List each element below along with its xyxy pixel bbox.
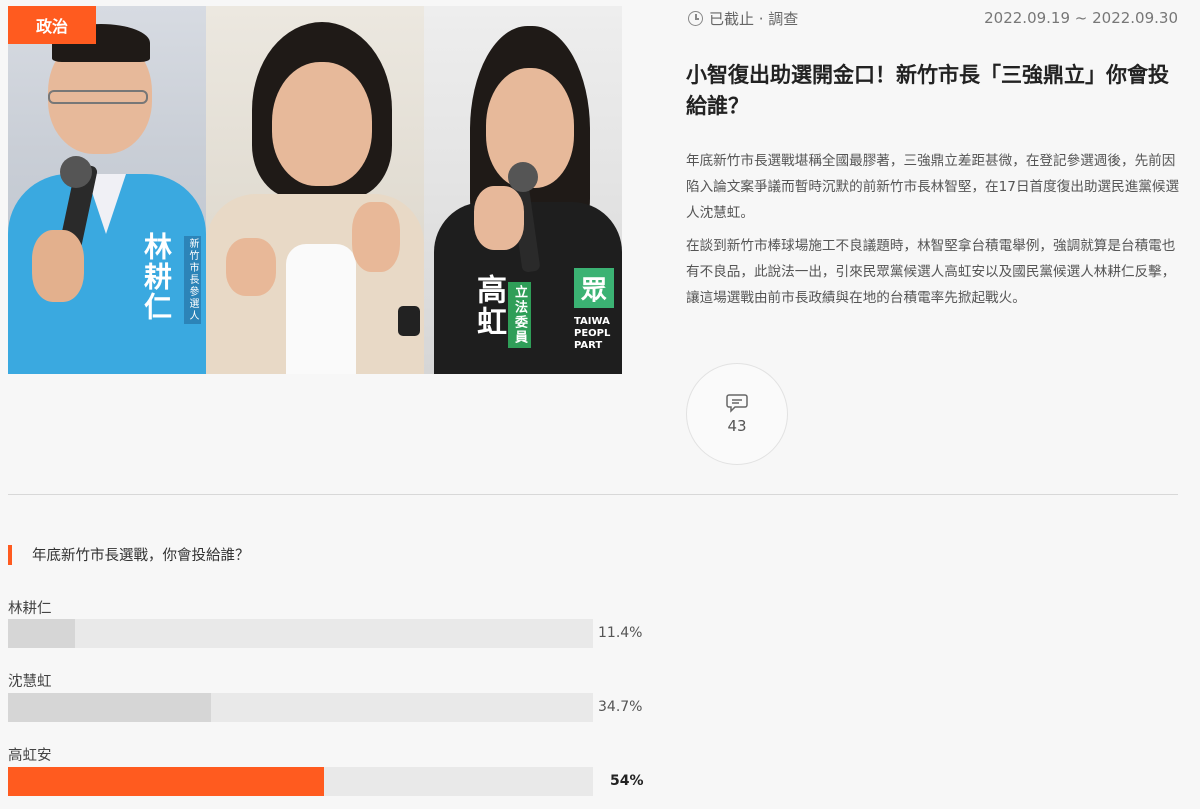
category-badge[interactable]: 政治 (8, 6, 96, 44)
poll-option-percent: 34.7% (598, 699, 643, 715)
comment-icon (726, 393, 748, 413)
poll-question: 年底新竹市長選戰，你會投給誰？ (8, 544, 250, 565)
article-paragraph: 年底新竹市長選戰堪稱全國最膠著，三強鼎立差距甚微，在登記參選週後，先前因陷入論文… (686, 153, 1180, 221)
vest-title-text: 新竹市長參選人 (184, 236, 201, 324)
poll-option-bar-fill (8, 619, 75, 648)
poll-option-percent: 54% (610, 773, 644, 789)
party-logo: 眾 (574, 268, 614, 308)
candidate-photo-right: 高虹 立法委員 眾 TAIWA PEOPL PART (424, 6, 622, 374)
poll-status: 已截止 · 調查 (688, 8, 798, 29)
section-divider (8, 494, 1178, 495)
poll-option-bar[interactable] (8, 767, 593, 796)
poll-option-label: 高虹安 (8, 748, 52, 764)
comment-count: 43 (727, 417, 747, 435)
poll-option-bar-fill (8, 767, 324, 796)
clock-icon (688, 11, 703, 26)
poll-date-range: 2022.09.19 ~ 2022.09.30 (984, 9, 1178, 27)
party-logo-text: TAIWA PEOPL PART (574, 316, 611, 351)
poll-status-label: 已截止 · 調查 (709, 10, 799, 28)
vest-name-text-right: 高虹 (471, 274, 506, 338)
candidate-photo-middle (206, 6, 424, 374)
vest-title-text-right: 立法委員 (508, 282, 531, 348)
poll-option-bar-fill (8, 693, 211, 722)
poll-question-text: 年底新竹市長選戰，你會投給誰？ (32, 548, 250, 564)
article-title[interactable]: 小智復出助選開金口！新竹市長「三強鼎立」你會投給誰？ (686, 60, 1181, 122)
poll-option-label: 沈慧虹 (8, 674, 52, 690)
article-paragraph: 在談到新竹市棒球場施工不良議題時，林智堅拿台積電舉例，強調就算是台積電也有不良品… (686, 238, 1176, 306)
poll-option-bar[interactable] (8, 619, 593, 648)
poll-option-label: 林耕仁 (8, 601, 52, 617)
vest-name-text: 林耕仁 (140, 232, 173, 322)
comments-button[interactable]: 43 (686, 363, 788, 465)
article-hero-image[interactable]: 林耕仁 新竹市長參選人 高虹 立法委員 眾 TAIWA PEOPL PART (8, 6, 622, 374)
poll-option-bar[interactable] (8, 693, 593, 722)
candidate-photo-left: 林耕仁 新竹市長參選人 (8, 6, 206, 374)
poll-question-marker (8, 544, 12, 565)
poll-option-percent: 11.4% (598, 625, 643, 641)
